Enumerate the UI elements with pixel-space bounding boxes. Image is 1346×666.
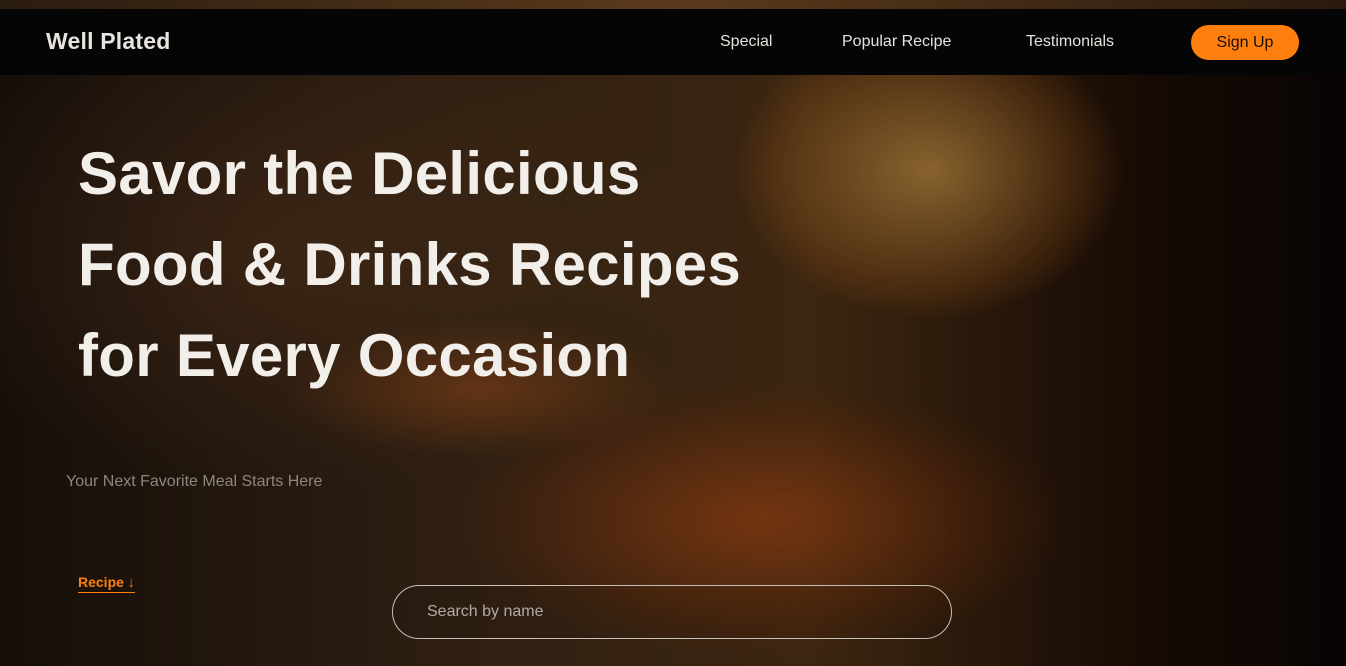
nav-link-testimonials[interactable]: Testimonials [1026,33,1114,51]
brand-logo[interactable]: Well Plated [46,28,170,55]
nav-link-special[interactable]: Special [720,33,772,51]
recipe-scroll-link[interactable]: Recipe ↓ [78,574,135,593]
top-image-strip [0,0,1346,9]
signup-button[interactable]: Sign Up [1191,25,1299,60]
navbar: Well Plated Special Popular Recipe Testi… [0,9,1346,75]
hero-subtitle: Your Next Favorite Meal Starts Here [66,473,323,490]
headline-line-2: Food & Drinks Recipes [78,231,742,298]
search-input[interactable] [392,585,952,639]
nav-link-popular-recipe[interactable]: Popular Recipe [842,33,951,51]
headline-line-3: for Every Occasion [78,322,631,389]
headline-line-1: Savor the Delicious [78,140,641,207]
hero-headline: Savor the Delicious Food & Drinks Recipe… [78,128,838,401]
